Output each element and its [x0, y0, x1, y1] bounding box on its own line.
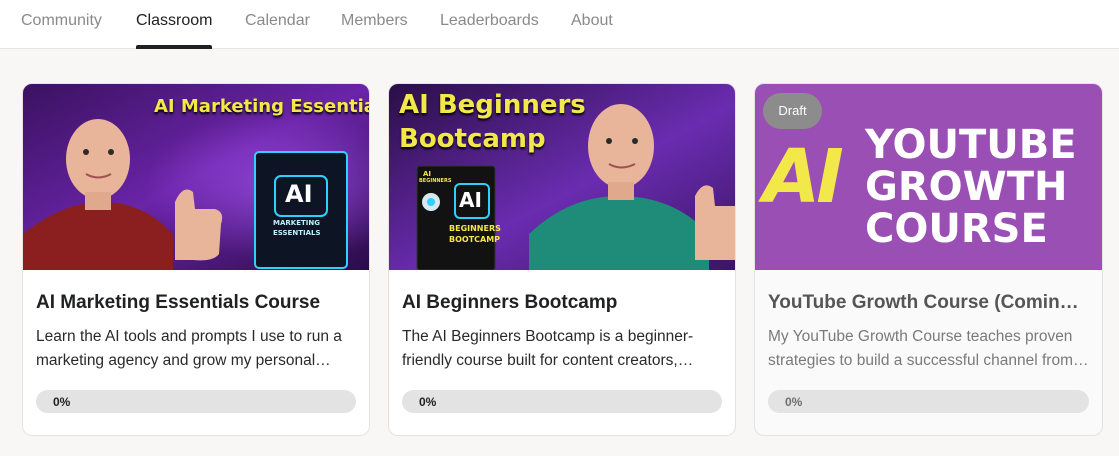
course-title[interactable]: AI Marketing Essentials Course	[36, 291, 356, 315]
thumbnail-line2: GROWTH	[865, 164, 1068, 210]
course-description: The AI Beginners Bootcamp is a beginner-…	[402, 328, 694, 369]
thumbnail-ai-text: AI	[763, 134, 844, 220]
course-card-ai-beginners-bootcamp[interactable]: AI Beginners Bootcamp AI BEGINNERS AI BE…	[388, 83, 736, 436]
course-thumbnail: AI Marketing Essentials AI MARKETING ESS…	[23, 84, 369, 270]
tab-members[interactable]: Members	[341, 0, 408, 49]
product-box	[254, 151, 348, 269]
person-face	[66, 119, 130, 199]
tab-calendar[interactable]: Calendar	[245, 0, 310, 49]
thumbnail-box-line2: ESSENTIALS	[273, 229, 321, 237]
top-nav: Community Classroom Calendar Members Lea…	[0, 0, 1119, 49]
thumbnail-headline-line1: AI Beginners	[399, 90, 586, 120]
thumbnail-box-ai: AI	[285, 180, 313, 208]
course-title[interactable]: YouTube Growth Course (Coming Soon)	[768, 291, 1089, 315]
course-title[interactable]: AI Beginners Bootcamp	[402, 291, 722, 315]
thumbnail-box-line1: BEGINNERS	[449, 224, 501, 233]
thumbnail-headline-line2: Bootcamp	[399, 124, 546, 154]
course-description: My YouTube Growth Course teaches proven …	[768, 328, 1073, 369]
progress-label: 0%	[53, 395, 71, 409]
thumbnail-box-line1: MARKETING	[273, 219, 320, 227]
course-thumbnail: AI YOUTUBE GROWTH COURSE Draft	[755, 84, 1102, 270]
draft-badge: Draft	[763, 93, 822, 129]
tab-leaderboards[interactable]: Leaderboards	[440, 0, 539, 49]
thumbnail-headline: AI Marketing Essentials	[154, 96, 369, 117]
thumbnail-box-small: AI	[423, 170, 432, 178]
person-face	[588, 104, 654, 188]
course-card-youtube-growth-course[interactable]: AI YOUTUBE GROWTH COURSE Draft YouTube G…	[754, 83, 1103, 436]
thumbnail-box-ai: AI	[459, 188, 482, 212]
tab-community[interactable]: Community	[21, 0, 102, 49]
course-description: Learn the AI tools and prompts I use to …	[36, 328, 342, 369]
course-card-ai-marketing-essentials[interactable]: AI Marketing Essentials AI MARKETING ESS…	[22, 83, 370, 436]
progress-label: 0%	[785, 395, 803, 409]
thumbnail-box-small2: BEGINNERS	[419, 178, 452, 184]
thumbnail-line3: COURSE	[865, 206, 1048, 252]
tab-classroom[interactable]: Classroom	[136, 0, 213, 49]
course-thumbnail: AI Beginners Bootcamp AI BEGINNERS AI BE…	[389, 84, 735, 270]
thumbnail-line1: YOUTUBE	[865, 122, 1077, 168]
progress-bar: 0%	[768, 390, 1089, 413]
progress-label: 0%	[419, 395, 437, 409]
progress-bar: 0%	[402, 390, 722, 413]
progress-bar: 0%	[36, 390, 356, 413]
thumbnail-box-line2: BOOTCAMP	[449, 235, 501, 244]
tab-about[interactable]: About	[571, 0, 613, 49]
